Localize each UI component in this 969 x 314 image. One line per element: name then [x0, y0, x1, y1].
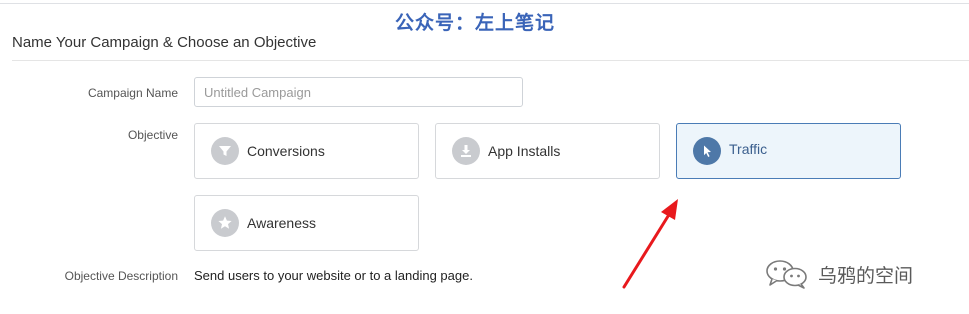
wechat-badge: 乌鸦的空间 — [764, 259, 913, 289]
wechat-account-name: 乌鸦的空间 — [818, 264, 914, 287]
wechat-icon — [766, 260, 807, 289]
